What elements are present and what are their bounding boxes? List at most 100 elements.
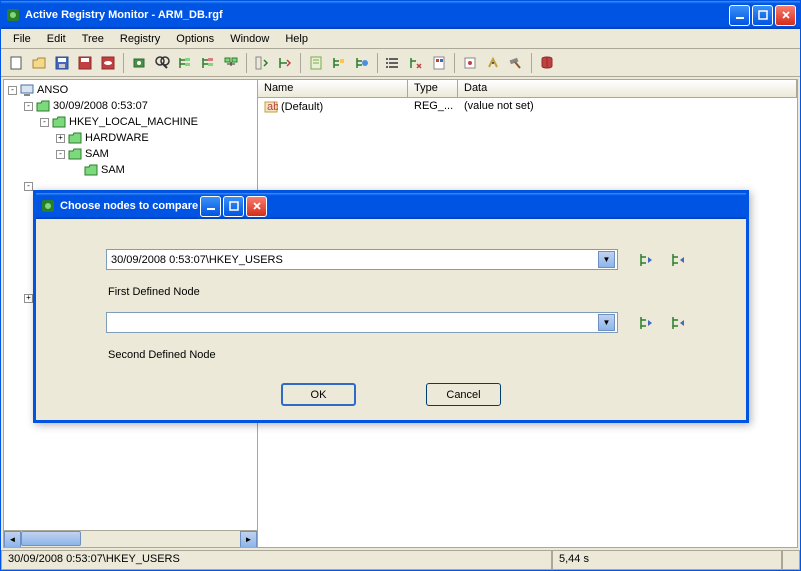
scroll-right-arrow[interactable]: ► [240, 531, 257, 547]
toolbar-tree2[interactable] [197, 52, 219, 74]
value-data: (value not set) [458, 99, 540, 115]
tree-label: 30/09/2008 0:53:07 [53, 100, 148, 112]
toolbar-b1[interactable] [305, 52, 327, 74]
svg-text:ab: ab [267, 101, 278, 113]
toolbar-compare[interactable] [220, 52, 242, 74]
tree-node[interactable]: -HKEY_LOCAL_MACHINE [6, 114, 255, 130]
first-node-combo[interactable]: 30/09/2008 0:53:07\HKEY_USERS ▼ [106, 249, 618, 270]
minimize-button[interactable] [729, 5, 750, 26]
first-node-label: First Defined Node [108, 286, 706, 298]
toolbar-save[interactable] [51, 52, 73, 74]
toolbar-list[interactable] [382, 52, 404, 74]
folder-green-icon [84, 163, 98, 177]
tree-node[interactable]: - SAM [6, 146, 255, 162]
dialog-title-text: Choose nodes to compare [60, 200, 198, 212]
first-node-dropdown-button[interactable]: ▼ [598, 251, 615, 268]
tree-node[interactable]: - ANSO [6, 82, 255, 98]
status-path: 30/09/2008 0:53:07\HKEY_USERS [1, 551, 552, 570]
scroll-left-arrow[interactable]: ◄ [4, 531, 21, 547]
menu-options[interactable]: Options [168, 31, 222, 47]
dialog-minimize-button[interactable] [200, 196, 221, 217]
maximize-button[interactable] [752, 5, 773, 26]
folder-green-icon [68, 131, 82, 145]
toolbar-open[interactable] [28, 52, 50, 74]
scroll-thumb[interactable] [21, 531, 81, 546]
toolbar-a1[interactable] [251, 52, 273, 74]
col-data[interactable]: Data [458, 80, 797, 97]
menu-help[interactable]: Help [277, 31, 316, 47]
dialog-buttons: OK Cancel [36, 383, 746, 420]
second-node-pick-right-icon[interactable] [668, 313, 688, 333]
dialog-maximize-button[interactable] [223, 196, 244, 217]
tree-expander[interactable]: - [40, 118, 49, 127]
status-time: 5,44 s [552, 551, 782, 570]
toolbar-new[interactable] [5, 52, 27, 74]
toolbar-find[interactable] [151, 52, 173, 74]
toolbar-b3[interactable] [351, 52, 373, 74]
menu-tree[interactable]: Tree [74, 31, 112, 47]
tree-label: SAM [101, 164, 125, 176]
tree-label: ANSO [37, 84, 68, 96]
tree-label: HARDWARE [85, 132, 149, 144]
cancel-button[interactable]: Cancel [426, 383, 501, 406]
second-node-combo[interactable]: ▼ [106, 312, 618, 333]
menu-file[interactable]: File [5, 31, 39, 47]
computer-icon [20, 83, 34, 97]
toolbar-b2[interactable] [328, 52, 350, 74]
toolbar-c1[interactable] [405, 52, 427, 74]
toolbar-snap[interactable] [128, 52, 150, 74]
compare-dialog: Choose nodes to compare 30/09/2008 0:53:… [33, 190, 749, 423]
tree-node[interactable]: - 30/09/2008 0:53:07 [6, 98, 255, 114]
tree-node[interactable]: SAM [6, 162, 255, 178]
titlebar: Active Registry Monitor - ARM_DB.rgf [1, 1, 800, 29]
tree-expander[interactable]: - [24, 102, 33, 111]
folder-green-icon [36, 99, 50, 113]
ok-button[interactable]: OK [281, 383, 356, 406]
value-name: (Default) [281, 101, 323, 113]
dialog-titlebar: Choose nodes to compare [36, 193, 746, 219]
tree-expander[interactable]: + [56, 134, 65, 143]
menu-registry[interactable]: Registry [112, 31, 168, 47]
list-header: Name Type Data [258, 80, 797, 98]
list-row[interactable]: ab (Default) REG_... (value not set) [258, 98, 797, 116]
toolbar-help[interactable] [536, 52, 558, 74]
second-node-label: Second Defined Node [108, 349, 706, 361]
second-node-dropdown-button[interactable]: ▼ [598, 314, 615, 331]
close-button[interactable] [775, 5, 796, 26]
tree-expander[interactable]: - [24, 182, 33, 191]
toolbar-hammer[interactable] [505, 52, 527, 74]
status-grip [782, 551, 800, 570]
second-node-pick-left-icon[interactable] [636, 313, 656, 333]
tree-expander[interactable]: + [24, 294, 33, 303]
menubar: File Edit Tree Registry Options Window H… [1, 29, 800, 49]
toolbar-a2[interactable] [274, 52, 296, 74]
toolbar-db[interactable] [97, 52, 119, 74]
col-name[interactable]: Name [258, 80, 408, 97]
menu-window[interactable]: Window [222, 31, 277, 47]
toolbar-c2[interactable] [428, 52, 450, 74]
toolbar-d1[interactable] [459, 52, 481, 74]
tree-expander[interactable]: - [8, 86, 17, 95]
tree-node[interactable]: + HARDWARE [6, 130, 255, 146]
first-node-value: 30/09/2008 0:53:07\HKEY_USERS [111, 254, 598, 266]
first-node-pick-right-icon[interactable] [668, 250, 688, 270]
menu-edit[interactable]: Edit [39, 31, 74, 47]
app-icon [5, 7, 21, 23]
folder-green-icon [68, 147, 82, 161]
horizontal-scrollbar[interactable]: ◄ ► [4, 530, 257, 547]
value-type: REG_... [408, 99, 458, 115]
string-value-icon: ab [264, 100, 278, 114]
dialog-icon [40, 198, 56, 214]
statusbar: 30/09/2008 0:53:07\HKEY_USERS 5,44 s [1, 550, 800, 570]
window-title: Active Registry Monitor - ARM_DB.rgf [25, 9, 223, 21]
tree-label: SAM [85, 148, 109, 160]
dialog-close-button[interactable] [246, 196, 267, 217]
dialog-body: 30/09/2008 0:53:07\HKEY_USERS ▼ First De… [36, 219, 746, 383]
toolbar-save2[interactable] [74, 52, 96, 74]
toolbar-d2[interactable] [482, 52, 504, 74]
toolbar-tree1[interactable] [174, 52, 196, 74]
tree-expander[interactable]: - [56, 150, 65, 159]
first-node-pick-left-icon[interactable] [636, 250, 656, 270]
col-type[interactable]: Type [408, 80, 458, 97]
folder-green-icon [52, 115, 66, 129]
